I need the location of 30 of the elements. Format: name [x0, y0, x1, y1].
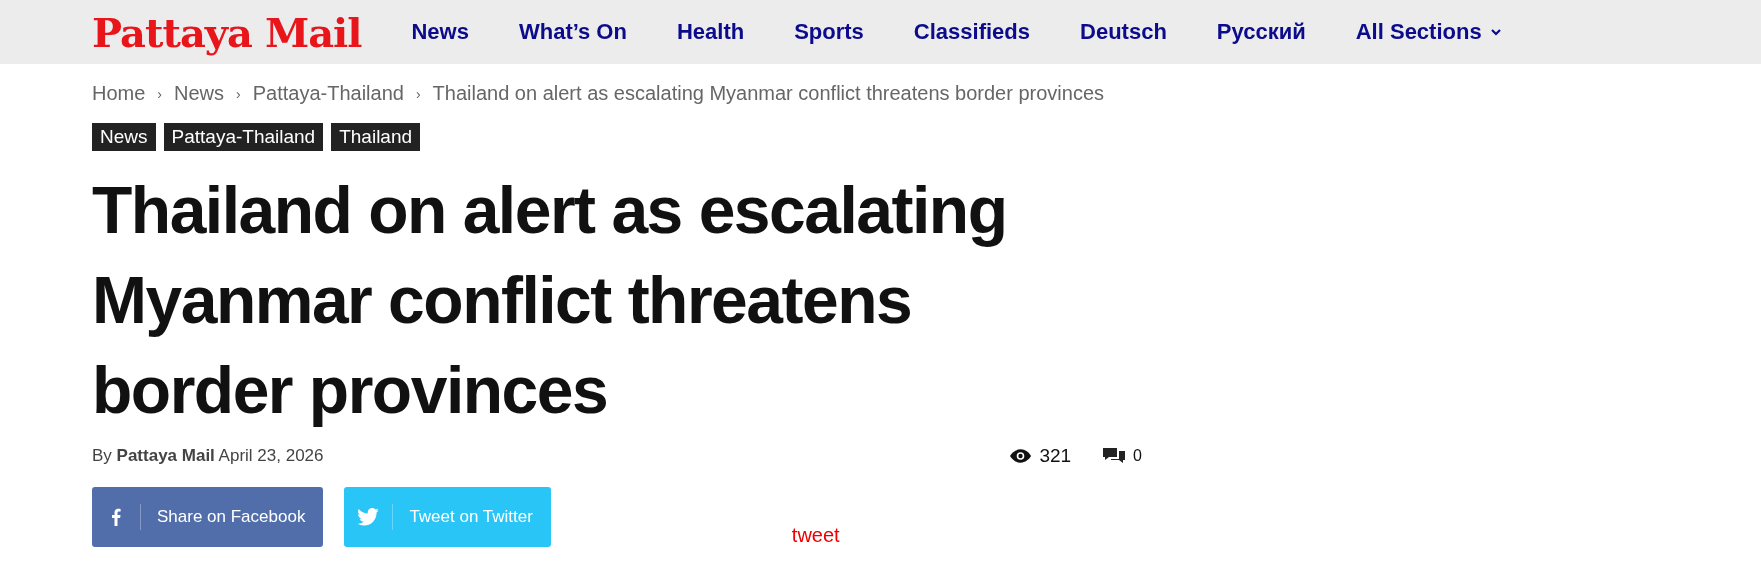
nav-link[interactable]: What’s On [518, 19, 627, 45]
nav-link[interactable]: Sports [794, 19, 864, 45]
eye-icon [1010, 449, 1032, 463]
breadcrumb-separator: › [415, 85, 421, 102]
nav-link[interactable]: Health [676, 19, 745, 45]
share-facebook-button[interactable]: Share on Facebook [92, 487, 324, 547]
facebook-icon [111, 508, 121, 526]
breadcrumb-current: Thailand on alert as escalating Myanmar conflict threatens border provinces [432, 82, 1105, 105]
category-tag[interactable]: Pattaya-Thailand [163, 123, 324, 151]
comments-icon [1103, 447, 1126, 465]
view-count: 321 [1039, 445, 1072, 467]
breadcrumb-link[interactable]: Pattaya-Thailand [252, 82, 404, 105]
breadcrumb-link[interactable]: Home [92, 82, 146, 105]
nav-link[interactable]: News [411, 19, 469, 45]
nav-link[interactable]: Deutsch [1080, 19, 1167, 45]
nav-link[interactable]: All Sections [1355, 19, 1502, 45]
breadcrumb-separator: › [236, 85, 241, 102]
nav-link[interactable]: Classifieds [913, 19, 1031, 45]
category-tag[interactable]: Thailand [331, 123, 421, 151]
comment-count: 0 [1133, 447, 1142, 465]
site-logo[interactable]: Pattaya Mail [92, 8, 362, 56]
breadcrumb-link[interactable]: News [174, 82, 225, 105]
byline: By Pattaya Mail April 23, 2026 [92, 446, 324, 466]
breadcrumb-separator: › [157, 85, 163, 102]
nav-link[interactable]: Русский [1216, 19, 1306, 45]
chevron-down-icon [1489, 28, 1502, 36]
tweet-link[interactable]: tweet [791, 523, 840, 547]
bird-icon [357, 508, 380, 526]
category-tag[interactable]: News [92, 123, 156, 151]
article-title: Thailand on alert as escalating Myanmar conflict threatens border provinces [92, 172, 1008, 429]
